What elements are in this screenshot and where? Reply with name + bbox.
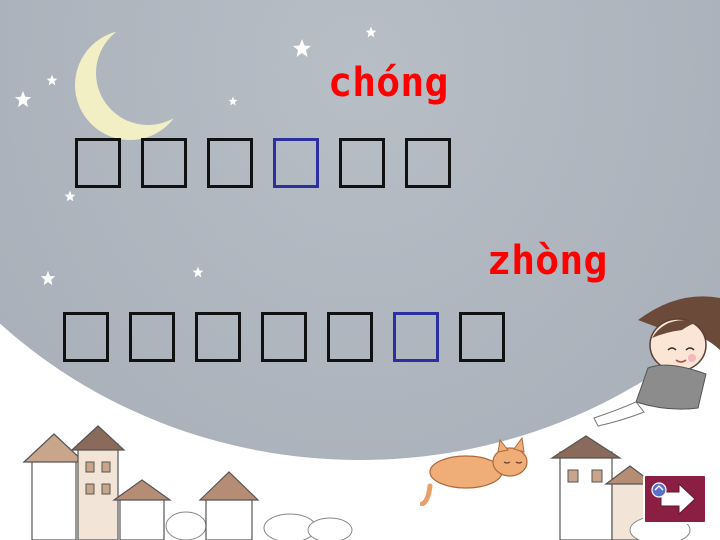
char-box: □ (75, 138, 121, 188)
star-icon (64, 190, 76, 202)
char-box: □ (405, 138, 451, 188)
char-box: □ (195, 312, 241, 362)
pinyin-line-2: zhòng (487, 238, 608, 284)
star-icon (192, 266, 204, 278)
char-box-highlighted: □ (393, 312, 439, 362)
star-icon (14, 90, 32, 108)
star-icon (40, 270, 56, 286)
char-box: □ (141, 138, 187, 188)
char-box: □ (459, 312, 505, 362)
sentence-line-1: □ □ □ □ □ □ (75, 138, 471, 188)
next-slide-button[interactable] (643, 474, 707, 524)
sentence-line-2: □ □ □ □ □ □ □ (63, 312, 525, 362)
town-skyline-illustration (0, 425, 691, 540)
pinyin-line-1: chóng (328, 60, 449, 106)
star-icon (365, 26, 377, 38)
char-box: □ (261, 312, 307, 362)
sleeping-cat-illustration (420, 436, 528, 506)
char-box: □ (63, 312, 109, 362)
slide: chóng zhòng □ □ □ □ □ □ □ □ □ □ □ □ □ (0, 0, 720, 540)
char-box: □ (129, 312, 175, 362)
arrow-right-icon (651, 482, 696, 516)
char-box-highlighted: □ (273, 138, 319, 188)
star-icon (293, 39, 311, 57)
crescent-moon-icon (75, 30, 185, 140)
char-box: □ (327, 312, 373, 362)
star-icon (228, 96, 238, 106)
star-icon (46, 74, 58, 86)
char-box: □ (339, 138, 385, 188)
char-box: □ (207, 138, 253, 188)
